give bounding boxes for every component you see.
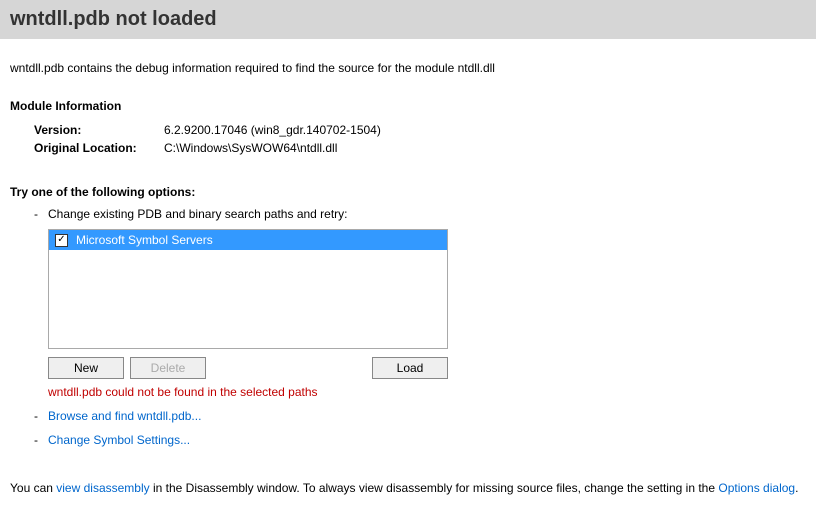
option-change-settings: - Change Symbol Settings... [34, 433, 806, 447]
symbol-paths-listbox[interactable]: ✓ Microsoft Symbol Servers [48, 229, 448, 349]
module-version-value: 6.2.9200.17046 (win8_gdr.140702-1504) [164, 121, 381, 139]
footer-middle: in the Disassembly window. To always vie… [150, 481, 719, 495]
footer-prefix: You can [10, 481, 56, 495]
browse-pdb-link[interactable]: Browse and find wntdll.pdb... [48, 409, 201, 423]
footer-text: You can view disassembly in the Disassem… [0, 471, 816, 505]
module-info-heading: Module Information [10, 99, 806, 113]
delete-button: Delete [130, 357, 206, 379]
page-title: wntdll.pdb not loaded [10, 8, 806, 31]
options-heading: Try one of the following options: [10, 185, 806, 199]
options-block: - Change existing PDB and binary search … [10, 207, 806, 447]
module-location-label: Original Location: [34, 139, 164, 157]
module-version-row: Version: 6.2.9200.17046 (win8_gdr.140702… [34, 121, 806, 139]
module-info-block: Version: 6.2.9200.17046 (win8_gdr.140702… [34, 121, 806, 157]
bullet-icon: - [34, 207, 48, 221]
page-header: wntdll.pdb not loaded [0, 0, 816, 39]
view-disassembly-link[interactable]: view disassembly [56, 481, 149, 495]
bullet-icon: - [34, 409, 48, 423]
module-version-label: Version: [34, 121, 164, 139]
load-button[interactable]: Load [372, 357, 448, 379]
error-message: wntdll.pdb could not be found in the sel… [48, 385, 806, 399]
symbol-server-row[interactable]: ✓ Microsoft Symbol Servers [49, 230, 447, 250]
footer-suffix: . [795, 481, 798, 495]
content-area: wntdll.pdb contains the debug informatio… [0, 39, 816, 457]
checkbox-icon[interactable]: ✓ [55, 234, 68, 247]
option-change-paths: - Change existing PDB and binary search … [34, 207, 806, 399]
module-location-row: Original Location: C:\Windows\SysWOW64\n… [34, 139, 806, 157]
bullet-icon: - [34, 433, 48, 447]
change-symbol-settings-link[interactable]: Change Symbol Settings... [48, 433, 190, 447]
change-paths-text: Change existing PDB and binary search pa… [48, 207, 806, 221]
options-dialog-link[interactable]: Options dialog [718, 481, 795, 495]
button-row: New Delete Load [48, 357, 448, 379]
description-text: wntdll.pdb contains the debug informatio… [10, 61, 806, 75]
new-button[interactable]: New [48, 357, 124, 379]
option-browse: - Browse and find wntdll.pdb... [34, 409, 806, 423]
symbol-server-label: Microsoft Symbol Servers [76, 233, 213, 247]
module-location-value: C:\Windows\SysWOW64\ntdll.dll [164, 139, 337, 157]
